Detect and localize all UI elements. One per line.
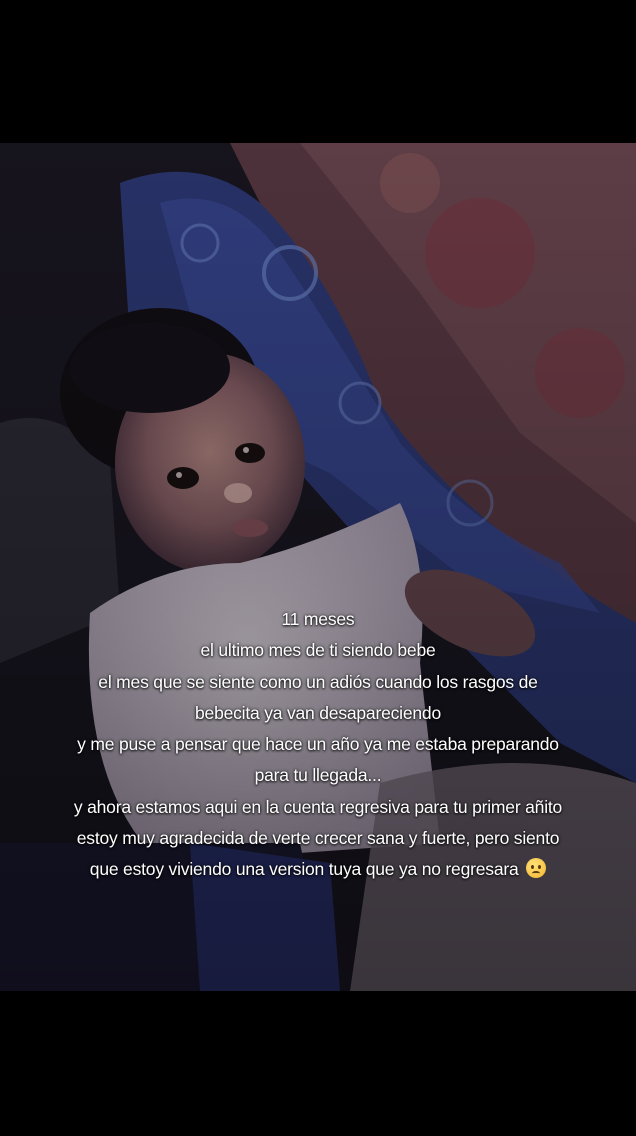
caption-line-last: que estoy viviendo una version tuya que …: [0, 854, 636, 885]
pleading-face-icon: [526, 858, 547, 879]
caption-line: 11 meses: [281, 609, 355, 629]
caption-line: estoy muy agradecida de verte crecer san…: [76, 828, 560, 849]
caption-line: el ultimo mes de ti siendo bebe: [200, 640, 436, 661]
caption-line: y ahora estamos aqui en la cuenta regres…: [73, 796, 563, 817]
caption-line: que estoy viviendo una version tuya que …: [89, 859, 519, 880]
caption-text-overlay: 11 meses el ultimo mes de ti siendo bebe…: [0, 604, 636, 886]
caption-line: el mes que se siente como un adiós cuand…: [98, 671, 538, 692]
caption-line: y me puse a pensar que hace un año ya me…: [77, 734, 559, 755]
caption-line: para tu llegada...: [254, 765, 382, 786]
caption-line: bebecita ya van desapareciendo: [195, 702, 441, 723]
